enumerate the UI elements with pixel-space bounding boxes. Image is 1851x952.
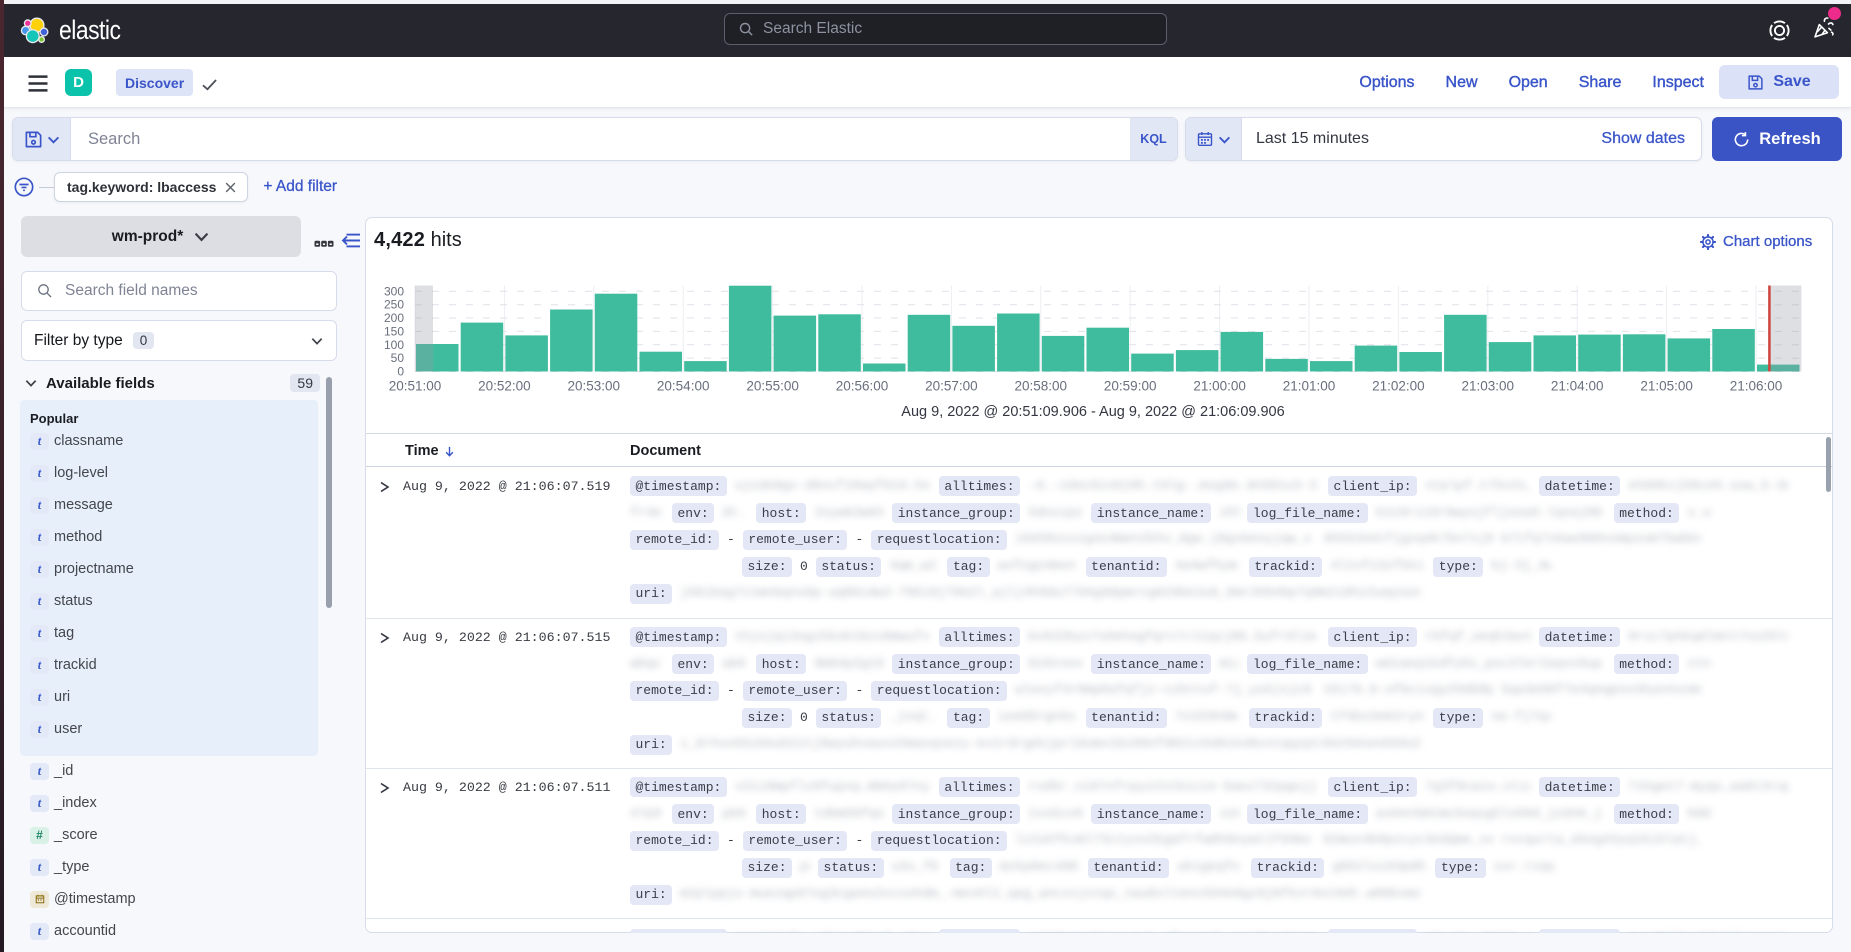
svg-text:0: 0 bbox=[397, 365, 404, 379]
svg-text:21:06:00: 21:06:00 bbox=[1730, 379, 1783, 394]
svg-text:20:55:00: 20:55:00 bbox=[746, 379, 799, 394]
svg-text:20:54:00: 20:54:00 bbox=[657, 379, 710, 394]
svg-text:150: 150 bbox=[384, 324, 404, 338]
svg-text:20:59:00: 20:59:00 bbox=[1104, 379, 1157, 394]
svg-text:21:04:00: 21:04:00 bbox=[1551, 379, 1604, 394]
svg-text:20:57:00: 20:57:00 bbox=[925, 379, 978, 394]
svg-text:20:51:00: 20:51:00 bbox=[389, 379, 442, 394]
svg-text:21:05:00: 21:05:00 bbox=[1640, 379, 1693, 394]
svg-text:21:00:00: 21:00:00 bbox=[1193, 379, 1246, 394]
svg-text:21:01:00: 21:01:00 bbox=[1283, 379, 1336, 394]
svg-text:21:02:00: 21:02:00 bbox=[1372, 379, 1425, 394]
svg-text:200: 200 bbox=[384, 311, 404, 325]
svg-text:300: 300 bbox=[384, 284, 404, 298]
svg-text:20:52:00: 20:52:00 bbox=[478, 379, 531, 394]
svg-text:250: 250 bbox=[384, 298, 404, 312]
svg-text:20:53:00: 20:53:00 bbox=[568, 379, 621, 394]
svg-text:20:56:00: 20:56:00 bbox=[836, 379, 889, 394]
svg-text:100: 100 bbox=[384, 338, 404, 352]
svg-text:20:58:00: 20:58:00 bbox=[1015, 379, 1068, 394]
svg-text:21:03:00: 21:03:00 bbox=[1462, 379, 1515, 394]
svg-text:50: 50 bbox=[391, 351, 405, 365]
